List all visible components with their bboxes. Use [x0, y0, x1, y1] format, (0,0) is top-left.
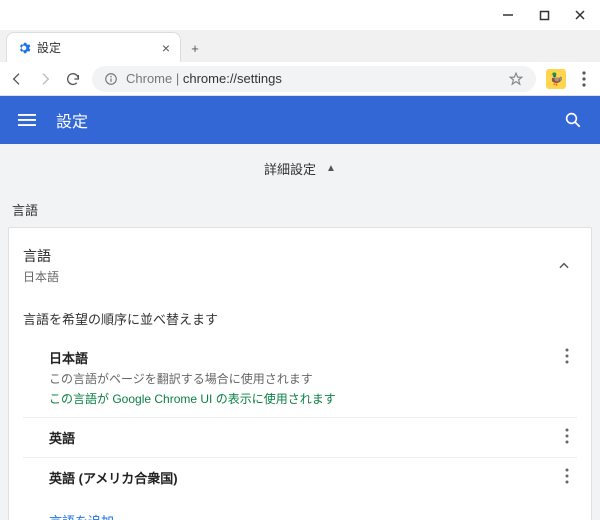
language-name: 英語 — [49, 428, 557, 447]
languages-expand-row[interactable]: 言語 日本語 — [23, 238, 577, 295]
chevron-up-icon: ▲ — [326, 163, 336, 174]
languages-section-title: 言語 — [12, 200, 588, 219]
advanced-label: 詳細設定 — [264, 159, 316, 178]
url-path: chrome://settings — [183, 71, 282, 86]
language-desc: この言語がページを翻訳する場合に使用されます — [49, 370, 557, 387]
window-maximize-button[interactable] — [526, 1, 562, 29]
gear-icon — [17, 41, 31, 55]
language-name: 日本語 — [49, 348, 557, 367]
url-origin: Chrome — [126, 71, 172, 86]
back-button[interactable] — [8, 70, 26, 88]
forward-button[interactable] — [36, 70, 54, 88]
languages-panel-title: 言語 — [23, 246, 551, 266]
settings-header: 設定 — [0, 96, 600, 144]
reload-button[interactable] — [64, 70, 82, 88]
settings-content: 詳細設定 ▲ 言語 言語 日本語 言語を希望の順序に並べ替えます 日本語 この言… — [0, 144, 600, 520]
language-item: 日本語 この言語がページを翻訳する場合に使用されます この言語が Google … — [23, 338, 577, 418]
address-bar[interactable]: Chrome | chrome://settings — [92, 66, 536, 92]
browser-tab[interactable]: 設定 × — [6, 32, 181, 62]
window-minimize-button[interactable] — [490, 1, 526, 29]
toolbar: Chrome | chrome://settings 🦆 — [0, 62, 600, 96]
menu-icon[interactable] — [16, 109, 38, 131]
language-item-menu-button[interactable] — [557, 348, 577, 364]
languages-panel: 言語 日本語 言語を希望の順序に並べ替えます 日本語 この言語がページを翻訳する… — [8, 227, 592, 520]
languages-list: 日本語 この言語がページを翻訳する場合に使用されます この言語が Google … — [23, 338, 577, 497]
languages-reorder-hint: 言語を希望の順序に並べ替えます — [23, 309, 577, 328]
tab-title: 設定 — [37, 39, 156, 56]
tab-strip: 設定 × + — [0, 30, 600, 62]
chevron-up-icon[interactable] — [551, 253, 577, 279]
language-item: 英語 — [23, 418, 577, 458]
language-item-menu-button[interactable] — [557, 428, 577, 444]
language-item: 英語 (アメリカ合衆国) — [23, 458, 577, 497]
advanced-toggle[interactable]: 詳細設定 ▲ — [8, 144, 592, 192]
search-icon[interactable] — [562, 109, 584, 131]
languages-panel-subtitle: 日本語 — [23, 268, 551, 285]
language-item-menu-button[interactable] — [557, 468, 577, 484]
omnibox-text: Chrome | chrome://settings — [126, 71, 282, 86]
add-language-link[interactable]: 言語を追加 — [49, 511, 114, 520]
window-title-bar — [0, 0, 600, 30]
language-name: 英語 (アメリカ合衆国) — [49, 468, 557, 487]
new-tab-button[interactable]: + — [181, 34, 209, 62]
language-ui-note: この言語が Google Chrome UI の表示に使用されます — [49, 390, 557, 407]
browser-menu-button[interactable] — [576, 71, 592, 87]
bookmark-star-icon[interactable] — [508, 72, 524, 86]
settings-title: 設定 — [56, 108, 88, 132]
window-close-button[interactable] — [562, 1, 598, 29]
tab-close-button[interactable]: × — [162, 40, 170, 56]
site-info-icon[interactable] — [104, 72, 118, 86]
extension-icon[interactable]: 🦆 — [546, 69, 566, 89]
